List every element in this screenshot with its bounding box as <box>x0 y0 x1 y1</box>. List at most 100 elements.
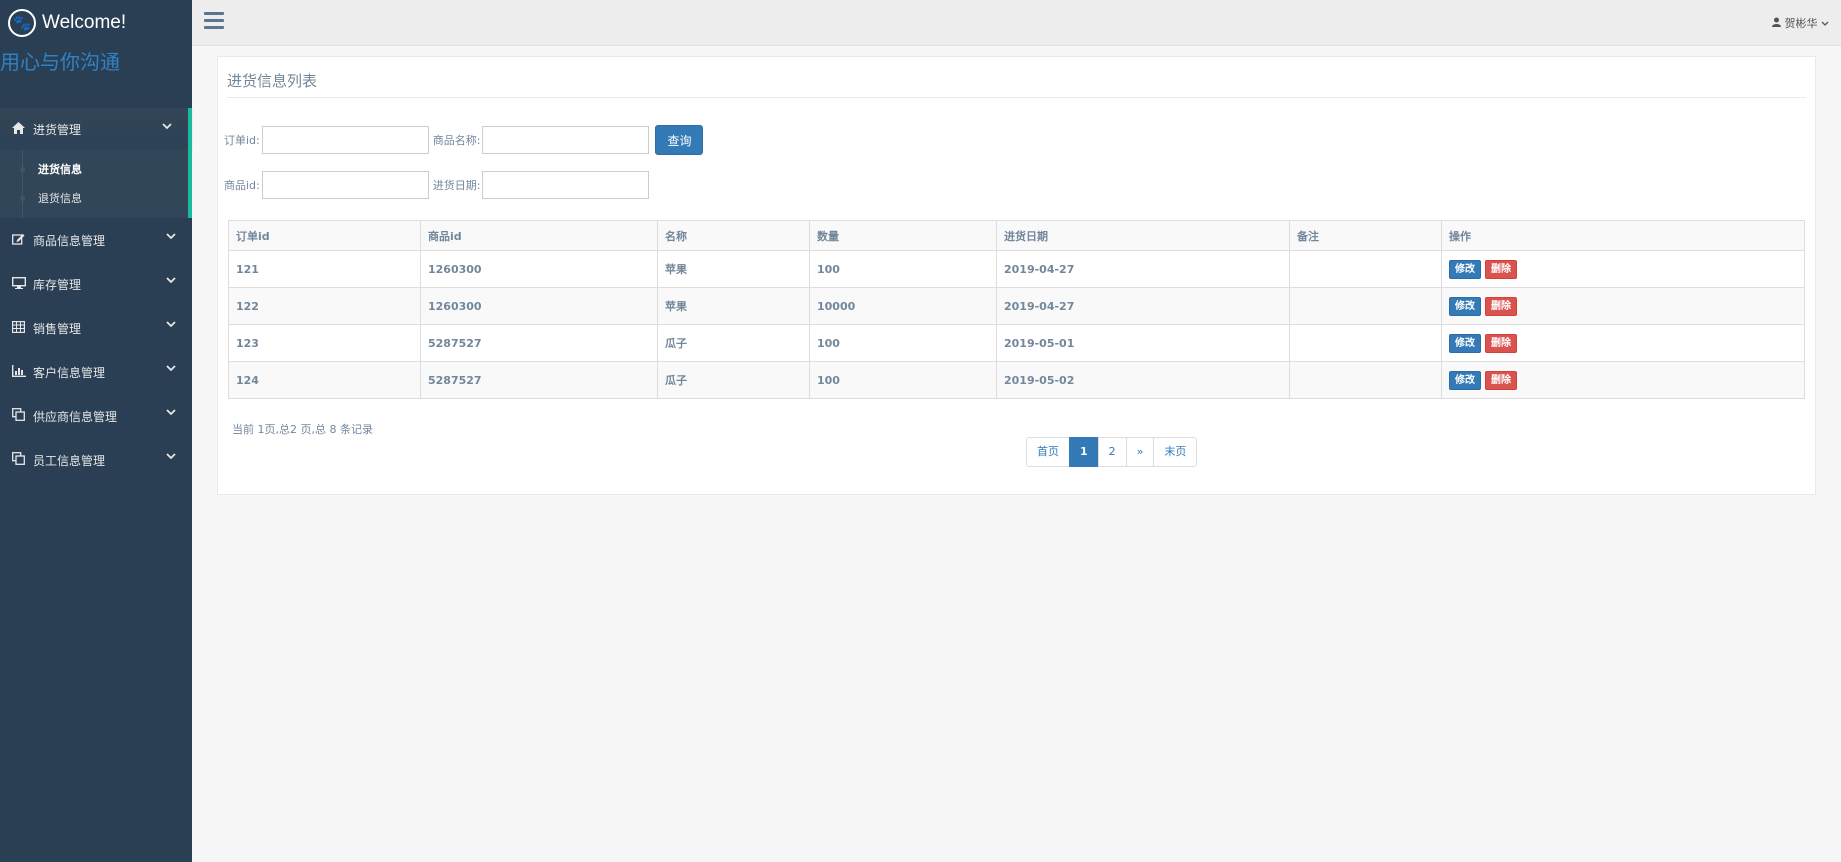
edit-button[interactable]: 修改 <box>1449 333 1481 353</box>
sidebar-item-label: 商品信息管理 <box>33 233 106 248</box>
column-header[interactable]: 操作 <box>1441 220 1805 251</box>
cell-name: 瓜子 <box>657 324 810 362</box>
delete-button[interactable]: 删除 <box>1485 370 1517 390</box>
sidebar-item-purchase[interactable]: 进货管理 <box>0 108 192 150</box>
pagination-info: 当前 1页,总2 页,总 8 条记录 <box>232 423 373 436</box>
page-button-2[interactable]: 2 <box>1097 437 1127 467</box>
bullet-icon <box>20 167 25 172</box>
sidebar-item-employee[interactable]: 员工信息管理 <box>0 438 192 482</box>
page-next-button[interactable]: » <box>1125 437 1155 467</box>
cell-note <box>1289 324 1442 362</box>
content-panel: 进货信息列表 订单id: 商品名称: 查询 商品id: 进货日期: 订单id 商… <box>217 56 1816 495</box>
cell-order-id: 123 <box>228 324 421 362</box>
table-row: 123 5287527 瓜子 100 2019-05-01 修改 删除 <box>228 324 1805 362</box>
cell-actions: 修改 删除 <box>1441 250 1805 288</box>
top-nav: 贺彬华 <box>192 0 1841 46</box>
brand[interactable]: 🐾 Welcome! <box>0 0 192 46</box>
table-header-row: 订单id 商品id 名称 数量 进货日期 备注 操作 <box>228 220 1805 251</box>
sidebar-item-label: 库存管理 <box>33 277 82 292</box>
column-header[interactable]: 名称 <box>657 220 810 251</box>
edit-button[interactable]: 修改 <box>1449 296 1481 316</box>
sidebar-item-product[interactable]: 商品信息管理 <box>0 218 192 262</box>
cell-actions: 修改 删除 <box>1441 287 1805 325</box>
edit-button[interactable]: 修改 <box>1449 259 1481 279</box>
sidebar: 🐾 Welcome! 用心与你沟通 进货管理 进货信息 退货信息 商品信息管理 … <box>0 0 192 862</box>
clone-icon <box>12 408 28 424</box>
cell-quantity: 100 <box>809 324 997 362</box>
cell-order-id: 122 <box>228 287 421 325</box>
cell-product-id: 1260300 <box>420 250 658 288</box>
order-id-label: 订单id: <box>224 134 260 147</box>
chevron-down-icon <box>1821 17 1829 30</box>
chevron-down-icon <box>166 276 176 287</box>
cell-quantity: 100 <box>809 250 997 288</box>
page-button-1[interactable]: 1 <box>1069 437 1099 467</box>
product-name-label: 商品名称: <box>432 134 481 147</box>
bullet-icon <box>20 196 25 201</box>
cell-order-id: 124 <box>228 361 421 399</box>
column-header[interactable]: 订单id <box>228 220 421 251</box>
page-first-button[interactable]: 首页 <box>1026 437 1070 467</box>
clone-icon <box>12 452 28 468</box>
column-header[interactable]: 数量 <box>809 220 997 251</box>
table-row: 121 1260300 苹果 100 2019-04-27 修改 删除 <box>228 250 1805 288</box>
delete-button[interactable]: 删除 <box>1485 333 1517 353</box>
sidebar-item-label: 进货管理 <box>33 122 82 137</box>
cell-date: 2019-05-01 <box>996 324 1290 362</box>
column-header[interactable]: 备注 <box>1289 220 1442 251</box>
sidebar-item-supplier[interactable]: 供应商信息管理 <box>0 394 192 438</box>
column-header[interactable]: 进货日期 <box>996 220 1290 251</box>
purchase-table: 订单id 商品id 名称 数量 进货日期 备注 操作 121 1260300 苹… <box>228 220 1805 399</box>
delete-button[interactable]: 删除 <box>1485 296 1517 316</box>
sidebar-item-inventory[interactable]: 库存管理 <box>0 262 192 306</box>
sidebar-subitem-return-info[interactable]: 退货信息 <box>0 184 188 213</box>
table-row: 122 1260300 苹果 10000 2019-04-27 修改 删除 <box>228 287 1805 325</box>
product-name-input[interactable] <box>482 126 650 154</box>
order-id-input[interactable] <box>261 126 429 154</box>
purchase-date-label: 进货日期: <box>432 179 481 192</box>
cell-actions: 修改 删除 <box>1441 324 1805 362</box>
paw-icon: 🐾 <box>8 9 36 37</box>
desktop-icon <box>11 276 28 292</box>
subitem-label: 退货信息 <box>38 192 82 205</box>
cell-quantity: 10000 <box>809 287 997 325</box>
cell-date: 2019-04-27 <box>996 287 1290 325</box>
table-icon <box>12 320 28 336</box>
query-button[interactable]: 查询 <box>655 125 704 155</box>
column-header[interactable]: 商品id <box>420 220 658 251</box>
cell-name: 苹果 <box>657 287 810 325</box>
cell-date: 2019-04-27 <box>996 250 1290 288</box>
pagination: 首页 1 2 » 末页 <box>1026 437 1198 467</box>
chevron-down-icon <box>166 232 176 243</box>
subitem-label: 进货信息 <box>38 163 82 176</box>
cell-product-id: 1260300 <box>420 287 658 325</box>
bar-chart-icon <box>12 364 28 380</box>
cell-name: 瓜子 <box>657 361 810 399</box>
edit-icon <box>12 233 28 248</box>
product-id-label: 商品id: <box>224 179 260 192</box>
cell-product-id: 5287527 <box>420 324 658 362</box>
sidebar-item-label: 员工信息管理 <box>33 453 106 468</box>
purchase-date-input[interactable] <box>482 171 650 199</box>
submenu-purchase: 进货信息 退货信息 <box>0 150 192 218</box>
page-last-button[interactable]: 末页 <box>1153 437 1198 467</box>
user-menu[interactable]: 贺彬华 <box>1772 15 1829 31</box>
chevron-down-icon <box>166 452 176 463</box>
cell-name: 苹果 <box>657 250 810 288</box>
sidebar-item-label: 销售管理 <box>33 321 82 336</box>
side-menu: 进货管理 进货信息 退货信息 商品信息管理 库存管理 销售管理 客户信息管理 供… <box>0 108 192 482</box>
sidebar-item-sales[interactable]: 销售管理 <box>0 306 192 350</box>
sidebar-item-customer[interactable]: 客户信息管理 <box>0 350 192 394</box>
cell-date: 2019-05-02 <box>996 361 1290 399</box>
user-icon <box>1772 17 1785 30</box>
delete-button[interactable]: 删除 <box>1485 259 1517 279</box>
chevron-down-icon <box>166 408 176 419</box>
sidebar-item-label: 供应商信息管理 <box>33 409 118 424</box>
product-id-input[interactable] <box>261 171 429 199</box>
panel-title: 进货信息列表 <box>227 72 318 90</box>
cell-note <box>1289 361 1442 399</box>
edit-button[interactable]: 修改 <box>1449 370 1481 390</box>
search-row-2: 商品id: 进货日期: <box>224 171 653 199</box>
menu-toggle-icon[interactable] <box>204 12 224 30</box>
sidebar-subitem-purchase-info[interactable]: 进货信息 <box>0 155 188 184</box>
